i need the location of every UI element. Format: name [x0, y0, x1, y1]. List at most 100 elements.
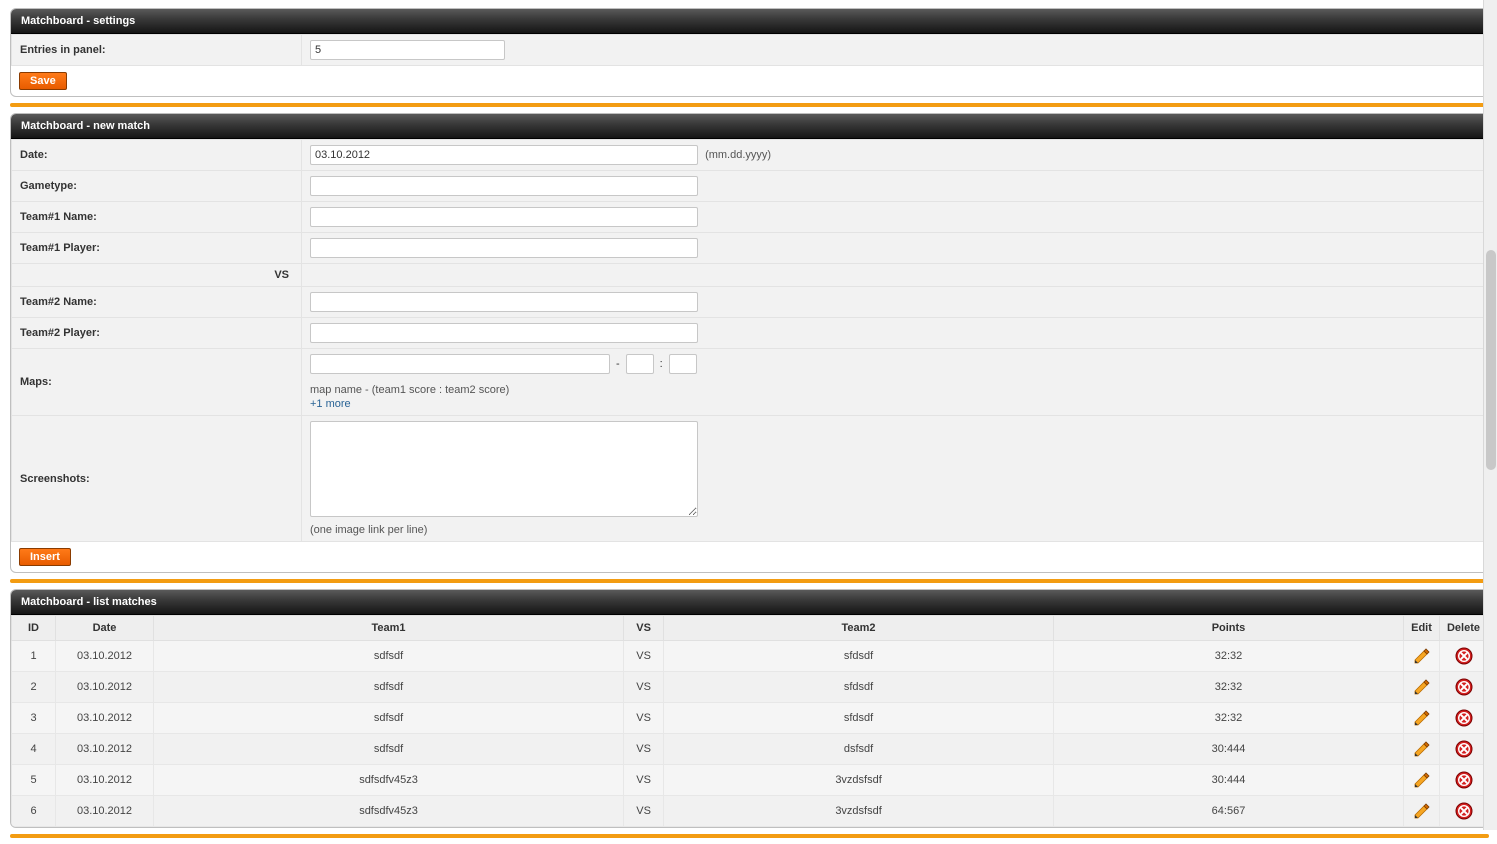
- table-row: 303.10.2012sdfsdfVSsfdsdf32:32: [12, 703, 1488, 734]
- pencil-icon: [1413, 740, 1431, 758]
- col-edit: Edit: [1404, 616, 1440, 641]
- table-row: 603.10.2012sdfsdfv45z3VS3vzdsfsdf64:567: [12, 796, 1488, 827]
- cell-team1: sdfsdf: [154, 734, 624, 765]
- cell-id: 6: [12, 796, 56, 827]
- gametype-label: Gametype:: [12, 171, 302, 202]
- cell-team2: sfdsdf: [664, 672, 1054, 703]
- cell-points: 32:32: [1054, 641, 1404, 672]
- list-matches-panel: Matchboard - list matches ID Date Team1 …: [10, 589, 1489, 828]
- list-matches-header: Matchboard - list matches: [11, 590, 1488, 615]
- maps-dash: -: [616, 358, 620, 370]
- pencil-icon: [1413, 709, 1431, 727]
- window-scrollbar[interactable]: [1483, 0, 1497, 830]
- cell-edit: [1404, 796, 1440, 827]
- map-score1-input[interactable]: [626, 354, 654, 374]
- delete-icon: [1455, 647, 1473, 665]
- delete-icon: [1455, 771, 1473, 789]
- cell-vs: VS: [624, 672, 664, 703]
- cell-team2: sfdsdf: [664, 641, 1054, 672]
- team1-name-label: Team#1 Name:: [12, 202, 302, 233]
- cell-points: 30:444: [1054, 765, 1404, 796]
- cell-team2: dsfsdf: [664, 734, 1054, 765]
- cell-date: 03.10.2012: [56, 703, 154, 734]
- delete-button[interactable]: [1455, 709, 1473, 727]
- col-vs: VS: [624, 616, 664, 641]
- delete-button[interactable]: [1455, 647, 1473, 665]
- cell-vs: VS: [624, 703, 664, 734]
- cell-id: 5: [12, 765, 56, 796]
- cell-team1: sdfsdfv45z3: [154, 796, 624, 827]
- delete-icon: [1455, 802, 1473, 820]
- cell-team2: 3vzdsfsdf: [664, 765, 1054, 796]
- delete-button[interactable]: [1455, 740, 1473, 758]
- cell-delete: [1440, 672, 1488, 703]
- cell-date: 03.10.2012: [56, 672, 154, 703]
- table-row: 503.10.2012sdfsdfv45z3VS3vzdsfsdf30:444: [12, 765, 1488, 796]
- cell-edit: [1404, 703, 1440, 734]
- cell-vs: VS: [624, 734, 664, 765]
- vs-separator: VS: [12, 264, 302, 287]
- cell-date: 03.10.2012: [56, 765, 154, 796]
- team1-name-input[interactable]: [310, 207, 698, 227]
- edit-button[interactable]: [1413, 740, 1431, 758]
- entries-input[interactable]: [310, 40, 505, 60]
- screenshots-label: Screenshots:: [12, 416, 302, 542]
- edit-button[interactable]: [1413, 678, 1431, 696]
- edit-button[interactable]: [1413, 709, 1431, 727]
- cell-team2: sfdsdf: [664, 703, 1054, 734]
- cell-edit: [1404, 734, 1440, 765]
- screenshots-textarea[interactable]: [310, 421, 698, 517]
- cell-team1: sdfsdf: [154, 672, 624, 703]
- team1-player-input[interactable]: [310, 238, 698, 258]
- delete-icon: [1455, 709, 1473, 727]
- team2-name-input[interactable]: [310, 292, 698, 312]
- pencil-icon: [1413, 771, 1431, 789]
- date-label: Date:: [12, 140, 302, 171]
- cell-id: 4: [12, 734, 56, 765]
- map-name-input[interactable]: [310, 354, 610, 374]
- cell-date: 03.10.2012: [56, 796, 154, 827]
- entries-label: Entries in panel:: [12, 35, 302, 66]
- edit-button[interactable]: [1413, 771, 1431, 789]
- table-row: 103.10.2012sdfsdfVSsfdsdf32:32: [12, 641, 1488, 672]
- col-points: Points: [1054, 616, 1404, 641]
- team2-player-input[interactable]: [310, 323, 698, 343]
- maps-colon: :: [660, 358, 663, 370]
- cell-vs: VS: [624, 765, 664, 796]
- cell-team1: sdfsdfv45z3: [154, 765, 624, 796]
- delete-button[interactable]: [1455, 678, 1473, 696]
- maps-add-more-link[interactable]: +1 more: [310, 398, 351, 410]
- insert-button[interactable]: Insert: [19, 548, 71, 566]
- maps-hint: map name - (team1 score : team2 score): [310, 384, 1479, 396]
- scrollbar-thumb[interactable]: [1486, 250, 1496, 470]
- cell-edit: [1404, 641, 1440, 672]
- edit-button[interactable]: [1413, 802, 1431, 820]
- edit-button[interactable]: [1413, 647, 1431, 665]
- team2-player-label: Team#2 Player:: [12, 318, 302, 349]
- delete-button[interactable]: [1455, 802, 1473, 820]
- cell-delete: [1440, 703, 1488, 734]
- cell-id: 2: [12, 672, 56, 703]
- table-row: 403.10.2012sdfsdfVSdsfsdf30:444: [12, 734, 1488, 765]
- cell-team2: 3vzdsfsdf: [664, 796, 1054, 827]
- col-team2: Team2: [664, 616, 1054, 641]
- cell-delete: [1440, 765, 1488, 796]
- screenshots-hint: (one image link per line): [310, 524, 1479, 536]
- col-id: ID: [12, 616, 56, 641]
- map-score2-input[interactable]: [669, 354, 697, 374]
- gametype-input[interactable]: [310, 176, 698, 196]
- cell-points: 64:567: [1054, 796, 1404, 827]
- col-delete: Delete: [1440, 616, 1488, 641]
- col-team1: Team1: [154, 616, 624, 641]
- maps-label: Maps:: [12, 349, 302, 416]
- save-button[interactable]: Save: [19, 72, 67, 90]
- delete-icon: [1455, 740, 1473, 758]
- col-date: Date: [56, 616, 154, 641]
- delete-button[interactable]: [1455, 771, 1473, 789]
- divider: [10, 579, 1489, 583]
- team1-player-label: Team#1 Player:: [12, 233, 302, 264]
- cell-id: 3: [12, 703, 56, 734]
- delete-icon: [1455, 678, 1473, 696]
- new-match-header: Matchboard - new match: [11, 114, 1488, 139]
- date-input[interactable]: [310, 145, 698, 165]
